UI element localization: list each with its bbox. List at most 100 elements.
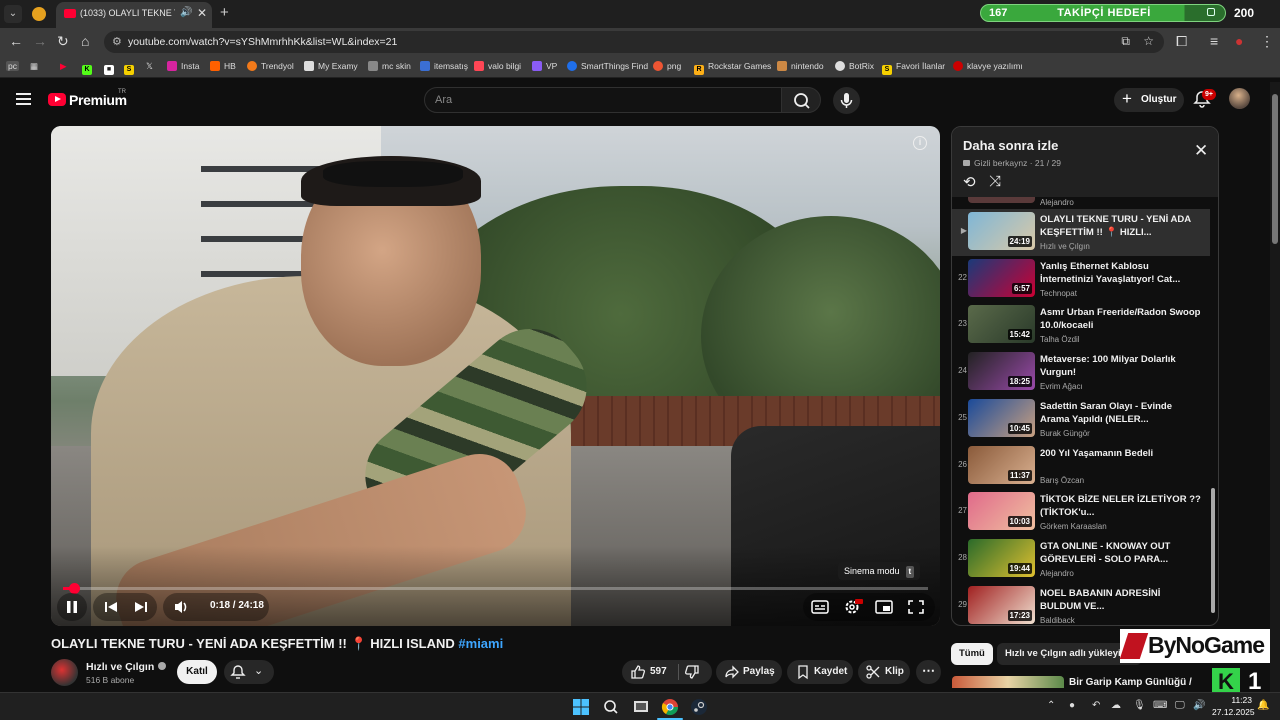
- bookmark-hb[interactable]: HB: [210, 61, 236, 71]
- progress-bar[interactable]: [63, 583, 928, 594]
- bookmark-vp[interactable]: VP: [532, 61, 557, 71]
- chrome-icon[interactable]: [661, 698, 679, 716]
- playlist-item-title[interactable]: Yanlış Ethernet Kablosu İnternetinizi Ya…: [1040, 260, 1202, 286]
- keyboard-icon[interactable]: ⌨: [1153, 700, 1167, 711]
- forward-icon[interactable]: →: [33, 33, 47, 49]
- volume-tray-icon[interactable]: 🔊: [1193, 700, 1205, 711]
- playlist-item-title[interactable]: NOEL BABANIN ADRESİNİ BULDUM VE...: [1040, 587, 1202, 613]
- playlist-item[interactable]: 22 6:57 Yanlış Ethernet Kablosu İnternetin…: [952, 256, 1210, 303]
- kick-bookmark-icon[interactable]: K: [82, 61, 96, 75]
- url-field[interactable]: ⚙ youtube.com/watch?v=sYShMmrhhKk&list=W…: [104, 31, 1164, 53]
- playlist-thumbnail[interactable]: 15:42: [968, 305, 1035, 344]
- pc-bookmark-icon[interactable]: pc: [6, 61, 19, 71]
- extensions-icon[interactable]: ⧠: [1176, 33, 1187, 50]
- clock-time[interactable]: 11:23: [1226, 695, 1252, 705]
- account-avatar[interactable]: [1229, 88, 1250, 109]
- tab-audio-icon[interactable]: 🔊: [180, 7, 192, 18]
- bookmark-insta[interactable]: Insta: [167, 61, 199, 71]
- s-bookmark-icon[interactable]: S: [124, 61, 138, 75]
- search-input[interactable]: Ara: [424, 87, 782, 113]
- playlist-item-title[interactable]: 200 Yıl Yaşamanın Bedeli: [1040, 447, 1202, 460]
- network-icon[interactable]: 🖵: [1175, 700, 1185, 711]
- install-app-icon[interactable]: ⧉: [1121, 34, 1130, 49]
- next-icon[interactable]: [129, 593, 153, 621]
- share-button[interactable]: Paylaş: [716, 660, 782, 684]
- tray-app-icon[interactable]: ●: [1069, 700, 1075, 711]
- playlist-thumbnail[interactable]: 17:23: [968, 585, 1035, 624]
- save-button[interactable]: Kaydet: [787, 660, 853, 684]
- bookmark-png[interactable]: png: [653, 61, 681, 71]
- bookmark-rockstar[interactable]: R Rockstar Games: [694, 61, 771, 75]
- playlist-close-icon[interactable]: ✕: [1194, 141, 1208, 161]
- bookmark-botrix[interactable]: BotRix: [835, 61, 874, 71]
- playlist-title[interactable]: Daha sonra izle: [963, 138, 1058, 153]
- playlist-item-title[interactable]: TİKTOK BİZE NELER İZLETİYOR ?? (TİKTOK'u…: [1040, 493, 1202, 519]
- playlist-thumbnail[interactable]: 10:45: [968, 398, 1035, 437]
- playlist-scrollbar-thumb[interactable]: [1211, 488, 1215, 613]
- bookmark-nintendo[interactable]: nintendo: [777, 61, 824, 71]
- channel-avatar[interactable]: [51, 659, 78, 686]
- playlist-thumbnail[interactable]: 24:19: [968, 212, 1035, 250]
- reload-icon[interactable]: ↻: [57, 33, 69, 50]
- previous-icon[interactable]: [99, 593, 123, 621]
- taskbar-search-icon[interactable]: [602, 698, 620, 716]
- subtitles-icon[interactable]: [809, 593, 831, 621]
- back-icon[interactable]: ←: [9, 33, 23, 49]
- channel-name[interactable]: Hızlı ve Çılgın: [86, 661, 167, 673]
- loop-icon[interactable]: ⟲: [963, 173, 976, 191]
- profile-icon[interactable]: ●: [1235, 33, 1243, 49]
- play-pause-button[interactable]: [57, 593, 87, 621]
- subscription-bell-button[interactable]: ⌄: [224, 660, 274, 684]
- fullscreen-icon[interactable]: [905, 593, 927, 621]
- playlist-item[interactable]: 23 15:42 Asmr Urban Freeride/Radon Swoop 1…: [952, 302, 1210, 349]
- playlist-item[interactable]: 29 17:23 NOEL BABANIN ADRESİNİ BULDUM VE..…: [952, 583, 1210, 625]
- bookmark-klavye-yazilimi[interactable]: klavye yazılımı: [953, 61, 1023, 71]
- notification-center-icon[interactable]: 🔔: [1257, 700, 1269, 711]
- playlist-item-title[interactable]: OLAYLI TEKNE TURU - YENİ ADA KEŞFETTİM !…: [1040, 213, 1202, 239]
- bookmark-smartthings[interactable]: SmartThings Find: [567, 61, 648, 71]
- twitch-bookmark-icon[interactable]: ■: [104, 61, 118, 75]
- like-icon[interactable]: [630, 664, 646, 680]
- menu-icon[interactable]: [16, 93, 31, 105]
- bookmark-itemsatis[interactable]: itemsatış: [420, 61, 468, 71]
- tab-close-icon[interactable]: ✕: [197, 6, 207, 20]
- voice-search-button[interactable]: [833, 87, 860, 114]
- playlist-item[interactable]: 24 18:25 Metaverse: 100 Milyar Dolarlık Vu…: [952, 349, 1210, 396]
- playlist-thumbnail[interactable]: 6:57: [968, 258, 1035, 297]
- clock-date[interactable]: 27.12.2025: [1212, 707, 1255, 717]
- playlist-thumbnail[interactable]: 10:03: [968, 492, 1035, 531]
- x-bookmark-icon[interactable]: 𝕏: [146, 61, 153, 72]
- volume-icon[interactable]: [169, 593, 193, 621]
- tray-chevron-icon[interactable]: ⌃: [1047, 700, 1055, 711]
- playlist-item[interactable]: ▶ 24:19 OLAYLI TEKNE TURU - YENİ ADA KEŞFE…: [952, 209, 1210, 256]
- playlist-thumbnail[interactable]: 19:44: [968, 538, 1035, 577]
- video-player[interactable]: i Sinema modu t 0:18 / 24:18: [51, 126, 940, 626]
- pinned-tab-icon[interactable]: [32, 7, 46, 21]
- url-text[interactable]: youtube.com/watch?v=sYShMmrhhKk&list=WL&…: [128, 36, 397, 48]
- playlist-thumbnail[interactable]: [968, 197, 1035, 203]
- page-scrollbar[interactable]: [1270, 82, 1280, 692]
- shuffle-icon[interactable]: ⤨: [989, 173, 1001, 190]
- dislike-icon[interactable]: [684, 664, 700, 680]
- steam-icon[interactable]: [690, 698, 708, 716]
- bookmark-star-icon[interactable]: ☆: [1143, 34, 1154, 48]
- video-info-icon[interactable]: i: [913, 136, 927, 150]
- home-icon[interactable]: ⌂: [81, 33, 89, 49]
- settings-icon[interactable]: [841, 593, 863, 621]
- playlist-thumbnail[interactable]: 11:37: [968, 445, 1035, 484]
- playlist-item-title[interactable]: Sadettin Saran Olayı - Evinde Arama Yapı…: [1040, 400, 1202, 426]
- apps-grid-icon[interactable]: ▦: [30, 61, 38, 72]
- playlist-thumbnail[interactable]: 18:25: [968, 352, 1035, 391]
- playlist-item-title[interactable]: Metaverse: 100 Milyar Dolarlık Vurgun!: [1040, 353, 1202, 379]
- video-hashtag[interactable]: #miami: [458, 636, 503, 651]
- bookmark-favori-ilanlar[interactable]: S Favori İlanlar: [882, 61, 945, 75]
- create-button[interactable]: + Oluştur: [1114, 88, 1184, 112]
- site-info-icon[interactable]: ⚙: [112, 35, 122, 48]
- youtube-logo-icon[interactable]: [48, 93, 66, 106]
- recommendation-title[interactable]: Bir Garip Kamp Günlüğü /: [1069, 677, 1192, 688]
- playlist-item[interactable]: 25 10:45 Sadettin Saran Olayı - Evinde Ara…: [952, 396, 1210, 443]
- bookmark-mc-skin[interactable]: mc skin: [368, 61, 411, 71]
- chip-all[interactable]: Tümü: [951, 643, 993, 665]
- miniplayer-icon[interactable]: [873, 593, 895, 621]
- task-view-icon[interactable]: [632, 698, 650, 716]
